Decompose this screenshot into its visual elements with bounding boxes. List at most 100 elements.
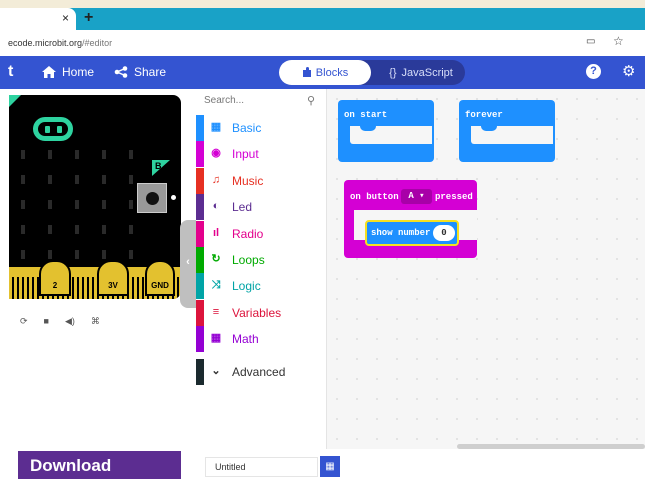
logo-text[interactable]: t (8, 63, 13, 81)
toolbox-category-loops[interactable]: ↻ Loops (196, 247, 326, 273)
blocks-label: Blocks (315, 66, 349, 79)
led (48, 225, 52, 234)
category-color-bar (196, 299, 204, 326)
url-text[interactable]: ecode.microbit.org/#editor (8, 38, 112, 48)
gear-icon[interactable]: ⚙ (622, 62, 635, 80)
block-slot (471, 126, 553, 144)
address-bar[interactable]: ecode.microbit.org/#editor ▭ ☆ (0, 30, 645, 56)
editor-mode-toggle: Blocks {} JavaScript (279, 60, 465, 85)
on-button-pressed-block[interactable]: on button A ▾ pressed (344, 180, 477, 258)
tab-close-icon[interactable]: × (62, 11, 69, 25)
pressed-label: pressed (435, 192, 473, 202)
mute-icon[interactable]: ◀) (65, 316, 75, 327)
project-name-input[interactable]: Untitled (205, 457, 318, 477)
home-label: Home (62, 65, 95, 79)
led (102, 250, 106, 259)
variables-icon: ≡ (212, 305, 220, 318)
toolbox-category-input[interactable]: ◉ Input (196, 141, 326, 168)
show-number-block[interactable]: show number 0 (365, 220, 459, 246)
microbit-board: B 2 3V GND (9, 95, 181, 299)
javascript-tab[interactable]: {} JavaScript (377, 60, 465, 85)
share-label: Share (134, 65, 167, 79)
braces-icon: {} (389, 66, 397, 79)
music-icon: ♫ (211, 173, 221, 186)
led (48, 200, 52, 209)
chevron-left-icon: ‹ (186, 256, 190, 268)
toolbox-category-variables[interactable]: ≡ Variables (196, 299, 326, 326)
category-color-bar (196, 359, 204, 385)
advanced-label: Advanced (232, 365, 286, 379)
toolbox-search-input[interactable]: Search... (204, 95, 322, 111)
toolbox-category-advanced[interactable]: ⌄ Advanced (196, 359, 326, 385)
led (48, 175, 52, 184)
new-tab-icon[interactable]: + (84, 9, 93, 27)
puzzle-icon (302, 67, 311, 77)
reader-mode-icon[interactable]: ▭ (586, 36, 595, 47)
show-number-label: show number (371, 228, 431, 238)
category-label: Logic (232, 279, 261, 294)
category-color-bar (196, 247, 204, 273)
toolbox-category-radio[interactable]: ıl Radio (196, 220, 326, 247)
on-start-label: on start (344, 110, 388, 120)
toolbox-category-music[interactable]: ♫ Music (196, 167, 326, 194)
pin-gnd[interactable]: GND (145, 260, 175, 296)
search-icon[interactable]: ⚲ (307, 94, 315, 107)
led (48, 250, 52, 259)
led (75, 250, 79, 259)
on-start-block[interactable]: on start (338, 100, 434, 162)
button-dropdown[interactable]: A ▾ (401, 189, 432, 204)
fullscreen-icon[interactable]: ⌘ (91, 316, 100, 327)
slow-mode-icon[interactable]: ■ (44, 316, 49, 327)
led (21, 225, 25, 234)
pin-2[interactable]: 2 (39, 260, 71, 296)
help-icon[interactable]: ? (586, 64, 601, 79)
category-label: Input (232, 147, 259, 162)
number-input[interactable]: 0 (433, 225, 455, 241)
restart-icon[interactable]: ⟳ (20, 316, 28, 327)
led (129, 175, 133, 184)
logic-icon: ⤨ (211, 279, 221, 292)
category-color-bar (196, 115, 204, 141)
led (102, 200, 106, 209)
download-button[interactable]: Download (18, 451, 181, 479)
basic-icon: ▦ (210, 121, 222, 133)
save-button[interactable]: ▦ (320, 456, 340, 477)
button-b[interactable] (137, 183, 167, 213)
led (48, 150, 52, 159)
category-color-bar (196, 141, 204, 168)
category-color-bar (196, 194, 204, 221)
forever-block[interactable]: forever (459, 100, 555, 162)
app-header: t Home Share Blocks {} JavaScript ? ⚙ (0, 56, 645, 89)
collapse-simulator-button[interactable]: ‹ (180, 220, 196, 308)
button-a[interactable] (33, 117, 73, 141)
home-icon (42, 66, 56, 78)
share-icon (114, 66, 128, 78)
blocks-tab[interactable]: Blocks (279, 60, 371, 85)
led (21, 150, 25, 159)
category-label: Loops (232, 253, 265, 267)
button-b-label: B (152, 160, 170, 176)
loops-icon: ↻ (211, 253, 221, 265)
toolbox-category-math[interactable]: ▦ Math (196, 326, 326, 353)
toolbox-category-basic[interactable]: ▦ Basic (196, 115, 326, 141)
category-label: Variables (232, 305, 282, 320)
home-button[interactable]: Home (42, 65, 94, 79)
led (129, 200, 133, 209)
led-icon: ◐ (212, 200, 220, 213)
javascript-label: JavaScript (401, 66, 453, 79)
chevron-down-icon: ⌄ (211, 365, 221, 377)
share-button[interactable]: Share (114, 65, 166, 79)
led (21, 250, 25, 259)
bookmark-star-icon[interactable]: ☆ (613, 34, 624, 48)
browser-tab[interactable]: × (0, 8, 76, 30)
category-label: Math (232, 332, 259, 347)
toolbox-category-logic[interactable]: ⤨ Logic (196, 273, 326, 300)
led (102, 175, 106, 184)
toolbox-category-led[interactable]: ◐ Led (196, 194, 326, 221)
led (129, 225, 133, 234)
simulator-panel: B 2 3V GND ⟳ ■ ◀) ⌘ (0, 89, 196, 479)
pin-3v[interactable]: 3V (97, 260, 129, 296)
category-label: Radio (232, 226, 264, 241)
math-icon: ▦ (210, 332, 222, 345)
board-corner-marker (9, 95, 21, 107)
